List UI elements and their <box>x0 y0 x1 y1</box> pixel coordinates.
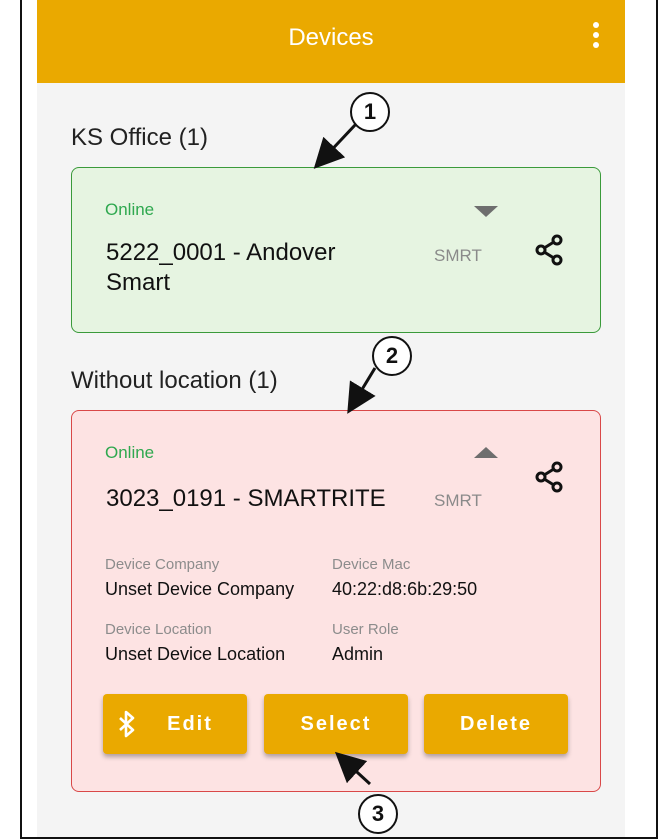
group-title-ks-office: KS Office (1) <box>71 124 208 151</box>
device-mac-label: Device Mac <box>332 556 411 573</box>
share-icon[interactable] <box>532 460 566 494</box>
delete-button-label: Delete <box>459 712 533 735</box>
callout-badge-3: 3 <box>358 794 398 834</box>
delete-button[interactable]: Delete <box>424 694 568 754</box>
device-card-andover[interactable]: Online 5222_0001 - Andover Smart SMRT <box>71 167 601 333</box>
edit-button-label: Edit <box>167 712 213 735</box>
page-title: Devices <box>288 24 374 51</box>
device-location-label: Device Location <box>105 621 212 638</box>
share-icon[interactable] <box>532 233 566 267</box>
collapse-chevron-icon[interactable] <box>474 447 498 458</box>
expand-chevron-icon[interactable] <box>474 206 498 217</box>
edit-button[interactable]: Edit <box>103 694 247 754</box>
device-company-label: Device Company <box>105 556 220 573</box>
device-frame: Devices KS Office (1) Online 5222_0001 -… <box>20 0 658 839</box>
callout-badge-2: 2 <box>372 336 412 376</box>
device-company-value: Unset Device Company <box>105 579 295 599</box>
user-role-label: User Role <box>332 621 399 638</box>
device-location-value: Unset Device Location <box>105 644 286 664</box>
status-online: Online <box>105 443 155 462</box>
select-button[interactable]: Select <box>264 694 408 754</box>
app-screen: Devices KS Office (1) Online 5222_0001 -… <box>37 0 625 837</box>
status-online: Online <box>105 200 155 219</box>
user-role-value: Admin <box>332 644 384 664</box>
device-type: SMRT <box>434 491 482 510</box>
device-card-smartrite[interactable]: Online 3023_0191 - SMARTRITE SMRT Device… <box>71 410 601 792</box>
bluetooth-icon <box>119 710 135 738</box>
device-mac-value: 40:22:d8:6b:29:50 <box>332 579 478 599</box>
callout-badge-1: 1 <box>350 92 390 132</box>
select-button-label: Select <box>300 712 372 735</box>
device-type: SMRT <box>434 246 482 265</box>
app-bar: Devices <box>37 0 625 83</box>
more-vertical-icon[interactable] <box>591 22 601 52</box>
device-name: 5222_0001 - Andover Smart <box>106 239 336 296</box>
group-title-without-location: Without location (1) <box>71 367 278 394</box>
device-name: 3023_0191 - SMARTRITE <box>106 485 386 512</box>
